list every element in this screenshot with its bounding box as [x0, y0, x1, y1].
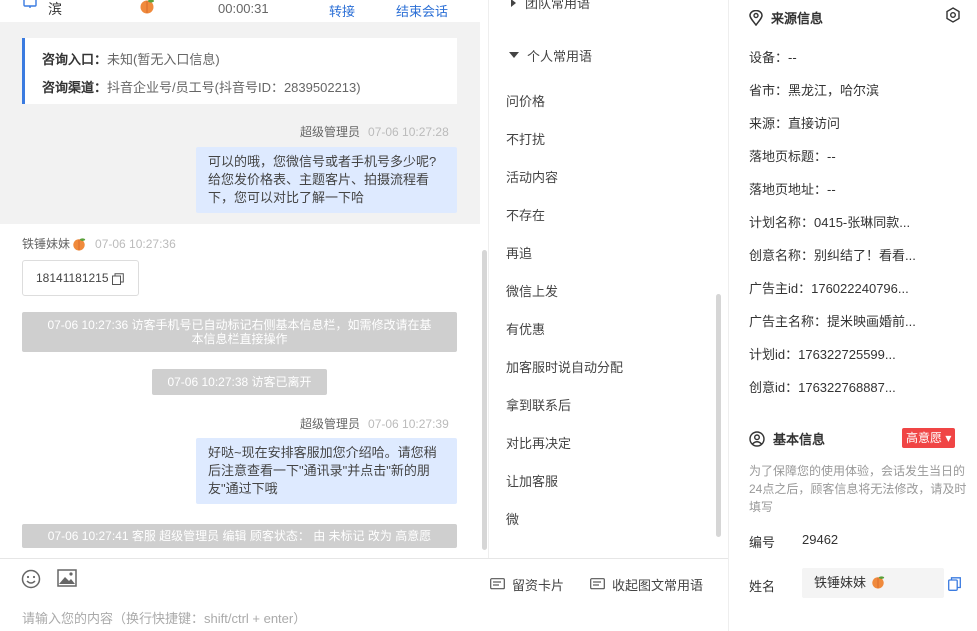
system-notice: 07-06 10:27:36 访客手机号已自动标记右侧基本信息栏，如需修改请在基… [22, 312, 457, 352]
channel-value: 抖音企业号/员工号(抖音号ID：2839502213) [107, 80, 361, 95]
peach-emoji-icon [871, 576, 884, 589]
personal-phrases-group[interactable]: 个人常用语 [509, 46, 592, 65]
collapse-phrases-button[interactable]: 收起图文常用语 [590, 575, 703, 594]
message-line: 可以的哦，您微信号或者手机号多少呢? [208, 154, 437, 169]
phrase-item[interactable]: 微信上发 [506, 281, 558, 300]
message-line: 好哒~现在安排客服加您介绍哈。请您稍 [208, 445, 437, 460]
landing-page-url: 落地页地址：-- [749, 182, 836, 197]
basic-info-header: 基本信息 [749, 429, 825, 448]
phrase-item[interactable]: 让加客服 [506, 471, 558, 490]
session-timer: 00:00:31 [218, 1, 269, 16]
system-notice: 07-06 10:27:38 访客已离开 [152, 369, 327, 395]
phrase-item[interactable]: 问价格 [506, 91, 545, 110]
end-session-button[interactable]: 结束会话 [396, 1, 448, 20]
notice-line: 07-06 10:27:36 访客手机号已自动标记右侧基本信息栏，如需修改请在基 [47, 318, 432, 332]
customer-name: 铁锤妹妹 [814, 575, 867, 590]
customer-id: 29462 [802, 532, 839, 547]
phrase-item[interactable]: 不存在 [506, 205, 545, 224]
message-meta: 铁锤妹妹 07-06 10:27:36 [22, 235, 176, 252]
group-label: 个人常用语 [527, 49, 593, 64]
phrase-item[interactable]: 微 [506, 509, 519, 528]
plan-id: 计划id：176322725599... [749, 347, 896, 362]
intent-status-dropdown[interactable]: 高意愿 ▾ [902, 428, 956, 448]
name-field[interactable]: 铁锤妹妹 [802, 568, 944, 598]
advertiser-id: 广告主id：176022240796... [749, 281, 909, 296]
phrase-item[interactable]: 有优惠 [506, 319, 545, 338]
section-title: 来源信息 [771, 11, 824, 26]
copy-icon[interactable] [111, 273, 124, 285]
agent-message-bubble: 好哒~现在安排客服加您介绍哈。请您稍 后注意查看一下"通讯录"并点击"新的朋 友… [196, 438, 457, 504]
entry-label: 咨询入口： [42, 52, 108, 67]
chat-scrollbar[interactable] [482, 250, 487, 550]
creative-id: 创意id：176322768887... [749, 380, 896, 395]
phrase-item[interactable]: 再追 [506, 243, 532, 262]
message-time: 07-06 10:27:28 [368, 125, 449, 139]
message-meta: 超级管理员 07-06 10:27:39 [300, 415, 449, 432]
source-device: 设备：-- [749, 50, 797, 65]
group-label: 团队常用语 [525, 0, 591, 11]
collapse-phrases-label: 收起图文常用语 [612, 578, 704, 593]
caret-right-icon [511, 0, 516, 7]
chat-input-area: 留资卡片 收起图文常用语 请输入您的内容（换行快捷键：shift/ctrl + … [0, 558, 728, 631]
emoji-icon[interactable] [21, 569, 41, 589]
source-info-header: 来源信息 [749, 8, 823, 27]
message-icon [590, 578, 605, 590]
location-pin-icon [749, 9, 763, 26]
visitor-location: 滨 [48, 1, 62, 17]
chat-header: 滨 00:00:31 转接 结束会话 [0, 0, 488, 22]
message-input[interactable]: 请输入您的内容（换行快捷键：shift/ctrl + enter） [22, 608, 306, 627]
creative-name: 创意名称：别纠结了！看看... [749, 248, 916, 263]
message-line: 给您发价格表、主题客片、拍摄流程看 [208, 172, 430, 187]
user-circle-icon [749, 430, 765, 447]
user-icon [23, 0, 37, 8]
message-line: 友"通过下哦 [208, 481, 278, 496]
edit-notice: 为了保障您的使用体验，会话发生当日的24点之后，顾客信息将无法修改，请及时填写 [749, 464, 967, 514]
phrase-item[interactable]: 活动内容 [506, 167, 558, 186]
section-title: 基本信息 [773, 432, 826, 447]
source-region: 省市：黑龙江，哈尔滨 [749, 83, 880, 98]
entry-value: 未知(暂无入口信息) [107, 52, 220, 67]
channel-label: 咨询渠道： [42, 80, 108, 95]
phrase-scrollbar[interactable] [716, 294, 721, 537]
notice-line: 本信息栏直接操作 [191, 332, 288, 346]
transfer-button[interactable]: 转接 [329, 1, 355, 20]
visitor-phone-message: 18141181215 [22, 260, 139, 296]
phrase-item[interactable]: 对比再决定 [506, 433, 571, 452]
peach-emoji-icon [140, 0, 154, 14]
sender-name: 超级管理员 [300, 417, 361, 431]
message-line: 下，您可以对比了解一下哈 [208, 190, 365, 205]
plan-name: 计划名称：0415-张琳同款... [749, 215, 911, 230]
chat-panel: 滨 00:00:31 转接 结束会话 咨询入口：未知(暂无入口信息) 咨询渠道：… [0, 0, 488, 631]
copy-icon[interactable] [948, 577, 961, 591]
visitor-phone: 18141181215 [36, 271, 109, 285]
sender-name: 铁锤妹妹 [22, 237, 71, 251]
message-time: 07-06 10:27:39 [368, 417, 449, 431]
card-icon [490, 578, 505, 590]
source-channel: 来源：直接访问 [749, 116, 841, 131]
lead-card-button[interactable]: 留资卡片 [490, 575, 564, 594]
message-meta: 超级管理员 07-06 10:27:28 [300, 123, 449, 140]
phrase-item[interactable]: 不打扰 [506, 129, 545, 148]
phrase-panel: 团队常用语 个人常用语 问价格 不打扰 活动内容 不存在 再追 微信上发 有优惠… [488, 0, 728, 558]
phrase-item[interactable]: 加客服时说自动分配 [506, 357, 623, 376]
customer-info-panel: 来源信息 设备：-- 省市：黑龙江，哈尔滨 来源：直接访问 落地页标题：-- 落… [728, 0, 977, 631]
chat-history[interactable]: 咨询入口：未知(暂无入口信息) 咨询渠道：抖音企业号/员工号(抖音号ID：283… [0, 22, 488, 558]
settings-icon[interactable] [945, 7, 961, 23]
lead-card-label: 留资卡片 [512, 578, 565, 593]
team-phrases-group[interactable]: 团队常用语 [509, 0, 590, 12]
caret-down-icon [509, 52, 519, 58]
message-time: 07-06 10:27:36 [95, 236, 176, 251]
sender-name: 超级管理员 [300, 125, 361, 139]
consult-info-card: 咨询入口：未知(暂无入口信息) 咨询渠道：抖音企业号/员工号(抖音号ID：283… [22, 38, 457, 104]
message-line: 后注意查看一下"通讯录"并点击"新的朋 [208, 463, 430, 478]
id-label: 编号 [749, 535, 776, 550]
phrase-item[interactable]: 拿到联系后 [506, 395, 571, 414]
peach-emoji-icon [73, 237, 86, 251]
image-icon[interactable] [57, 569, 77, 587]
landing-page-title: 落地页标题：-- [749, 149, 836, 164]
advertiser-name: 广告主名称：提米映画婚前... [749, 314, 916, 329]
system-notice: 07-06 10:27:41 客服 超级管理员 编辑 顾客状态： 由 未标记 改… [22, 524, 457, 548]
name-label: 姓名 [749, 579, 776, 594]
agent-message-bubble: 可以的哦，您微信号或者手机号多少呢? 给您发价格表、主题客片、拍摄流程看 下，您… [196, 147, 457, 213]
